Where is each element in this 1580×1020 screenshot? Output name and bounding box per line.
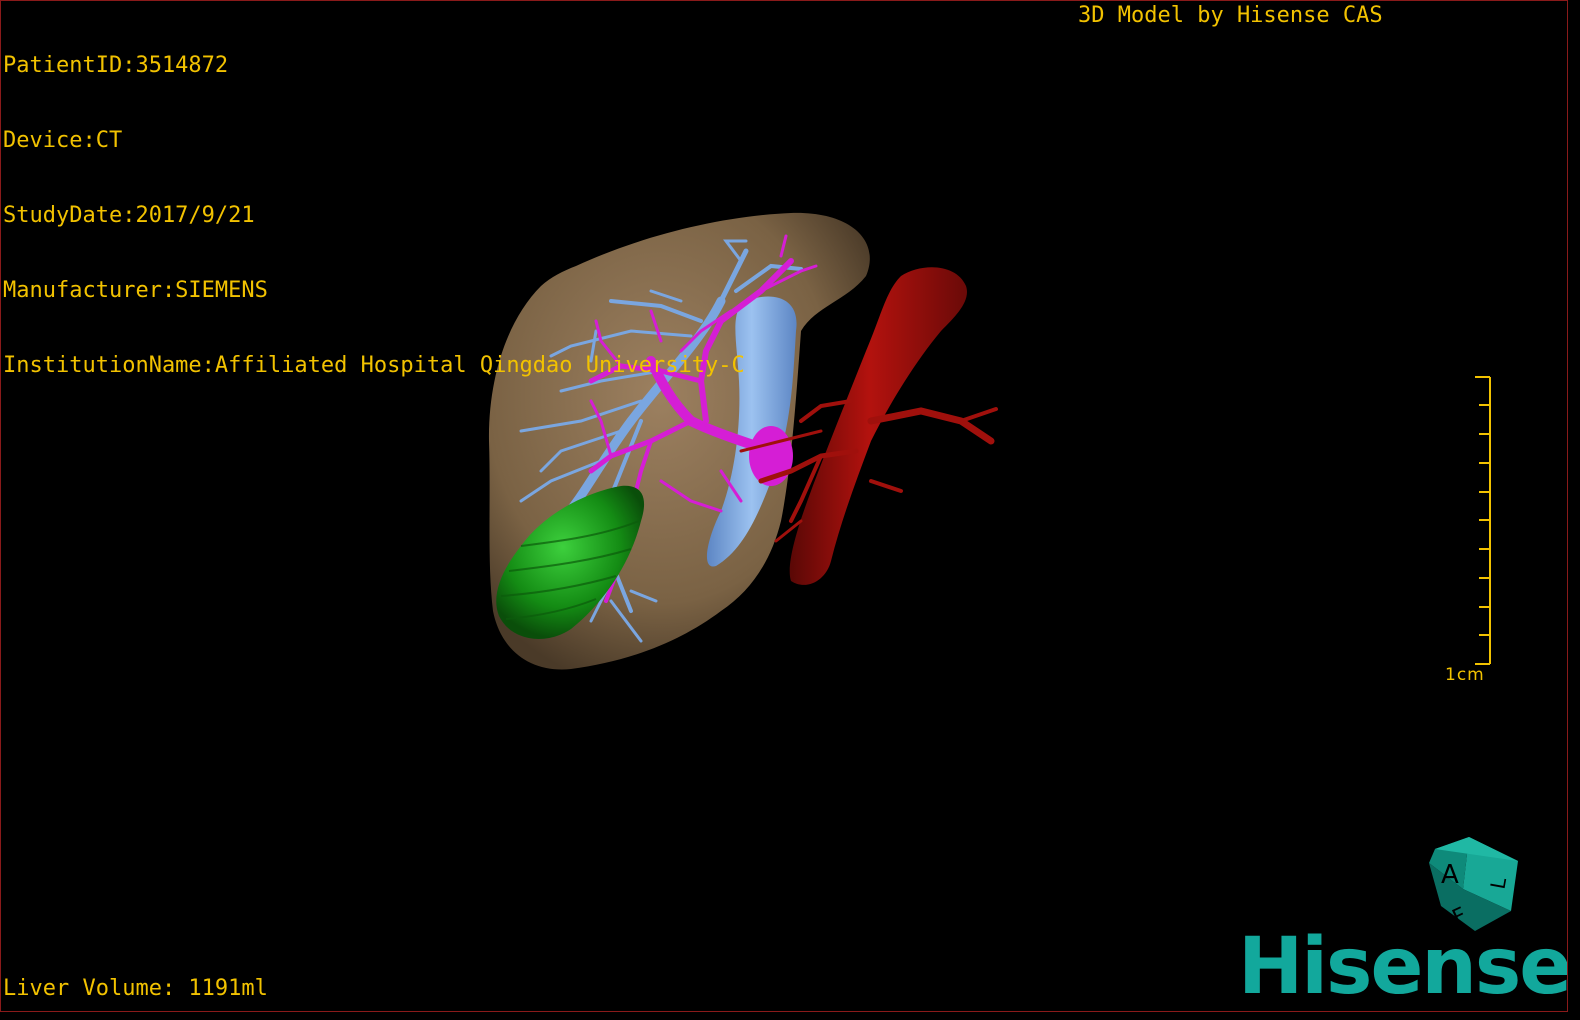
3d-viewport[interactable]: PatientID:3514872 Device:CT StudyDate:20… [0, 0, 1568, 1012]
cube-face-a: A [1441, 860, 1459, 890]
hisense-logo: Hisense [1238, 922, 1568, 1012]
orientation-cube[interactable]: A F L [1, 1, 1568, 1012]
liver-volume: Liver Volume: 1191ml [3, 976, 268, 1001]
